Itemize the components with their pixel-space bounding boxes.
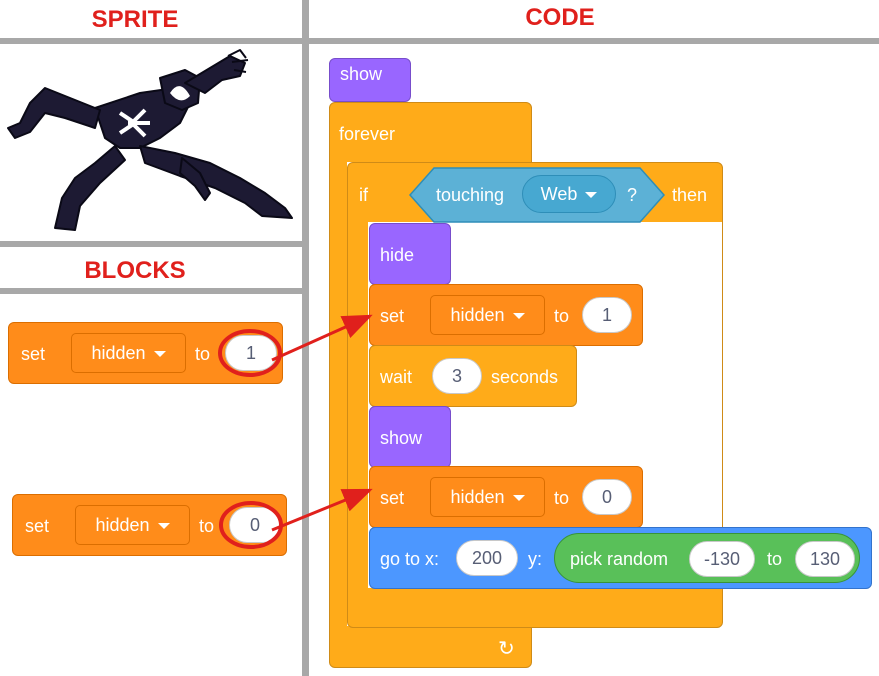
arrow-to-set-0	[271, 488, 373, 532]
arrow-to-set-1	[271, 314, 373, 362]
arrow-layer	[271, 314, 373, 532]
